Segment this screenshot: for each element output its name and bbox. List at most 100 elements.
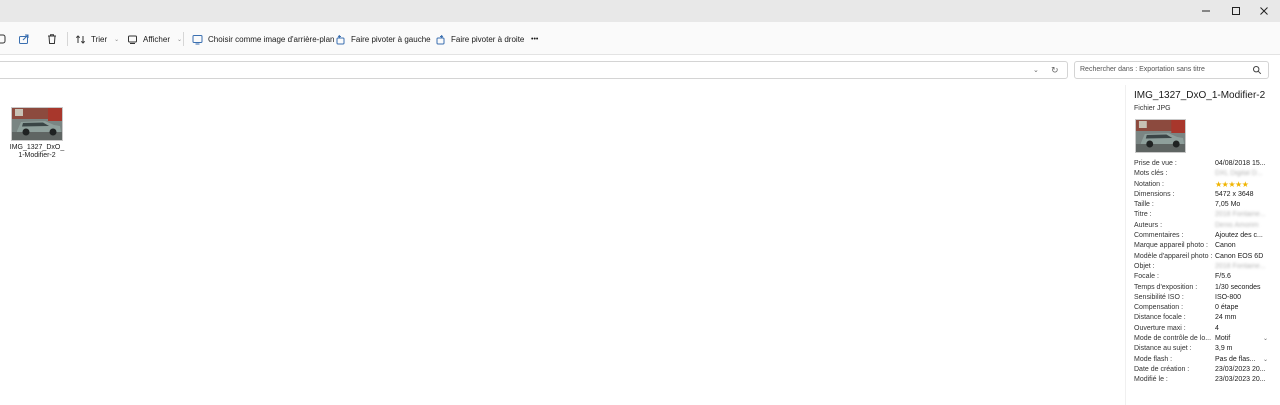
view-label: Afficher: [143, 34, 170, 44]
maximize-button[interactable]: [1221, 0, 1251, 22]
property-label: Prise de vue :: [1134, 160, 1177, 167]
property-value[interactable]: 2018 Fontaine...: [1215, 210, 1265, 220]
property-value[interactable]: 0 étape: [1215, 303, 1265, 313]
rotate-right-button[interactable]: Faire pivoter à droite: [435, 30, 524, 48]
property-label: Date de création :: [1134, 365, 1190, 373]
property-value[interactable]: Ajoutez des c...: [1215, 231, 1265, 241]
chevron-down-icon[interactable]: ⌄: [1033, 66, 1039, 75]
property-value[interactable]: 7,05 Mo: [1215, 200, 1265, 210]
property-value[interactable]: Pas de flas...: [1215, 355, 1265, 365]
close-icon: [1260, 7, 1268, 15]
rotate-left-label: Faire pivoter à gauche: [351, 34, 431, 44]
property-row: Compensation : 0 étape: [1134, 303, 1276, 313]
property-label: Modifié le :: [1134, 376, 1168, 384]
details-pane: IMG_1327_DxO_1-Modifier-2 Fichier JPG Pr…: [1125, 85, 1275, 405]
property-value[interactable]: 23/03/2023 20...: [1215, 375, 1265, 385]
refresh-icon[interactable]: ↻: [1051, 66, 1059, 75]
property-value[interactable]: 24 mm: [1215, 313, 1265, 323]
rotate-left-button[interactable]: Faire pivoter à gauche: [335, 30, 431, 48]
property-label: Distance au sujet :: [1134, 345, 1192, 353]
property-value[interactable]: 3,9 m: [1215, 344, 1265, 354]
sort-label: Trier: [91, 34, 108, 44]
sort-button[interactable]: Trier ⌄: [75, 30, 119, 48]
delete-button[interactable]: [46, 30, 58, 48]
toolbar-separator: [67, 32, 68, 46]
property-value[interactable]: Motif: [1215, 334, 1265, 344]
property-row: Dimensions : 5472 x 3648: [1134, 190, 1276, 200]
property-row: Focale : F/5.6: [1134, 272, 1276, 282]
rename-button[interactable]: [0, 30, 6, 48]
property-label: Modèle d'appareil photo :: [1134, 252, 1212, 260]
address-bar[interactable]: ⌄ ↻: [0, 61, 1068, 79]
property-value[interactable]: Denis Amorim: [1215, 221, 1265, 231]
property-value[interactable]: DXL Digital D...: [1215, 169, 1265, 179]
property-label: Sensibilité ISO :: [1134, 293, 1184, 301]
properties-list: Prise de vue : 04/08/2018 15... Mots clés …: [1134, 159, 1276, 386]
property-label: Distance focale :: [1134, 314, 1186, 322]
chevron-down-icon: ⌄: [176, 36, 183, 43]
property-row: Mode de contrôle de lo... Motif ⌄: [1134, 334, 1276, 344]
details-title: IMG_1327_DxO_1-Modifier-2: [1134, 90, 1266, 101]
property-value[interactable]: 1/30 secondes: [1215, 283, 1265, 293]
car-photo-thumbnail: [12, 108, 62, 140]
chevron-down-icon[interactable]: ⌄: [1263, 355, 1268, 365]
property-label: Ouverture maxi :: [1134, 324, 1186, 332]
details-preview: [1135, 119, 1186, 153]
details-file-type: Fichier JPG: [1134, 105, 1171, 112]
file-view: IMG_1327_DxO_1-Modifier-2: [0, 85, 1120, 405]
close-button[interactable]: [1249, 0, 1279, 22]
rating-stars[interactable]: ★★★★★: [1215, 180, 1265, 190]
toolbar-separator: [183, 32, 184, 46]
set-background-button[interactable]: Choisir comme image d'arrière-plan: [192, 30, 334, 48]
property-label: Titre :: [1134, 211, 1152, 219]
file-item[interactable]: IMG_1327_DxO_1-Modifier-2: [8, 107, 66, 160]
property-label: Marque appareil photo :: [1134, 242, 1208, 250]
trash-icon: [48, 34, 56, 44]
property-row: Date de création : 23/03/2023 20...: [1134, 365, 1276, 375]
property-label: Commentaires :: [1134, 232, 1184, 240]
property-value[interactable]: 2018 Fontaine...: [1215, 262, 1265, 272]
property-row: Auteurs : Denis Amorim: [1134, 221, 1276, 231]
property-row: Sensibilité ISO : ISO-800: [1134, 293, 1276, 303]
property-value[interactable]: 23/03/2023 20...: [1215, 365, 1265, 375]
property-label: Focale :: [1134, 273, 1159, 281]
property-label: Taille :: [1134, 201, 1154, 209]
search-box[interactable]: Rechercher dans : Exportation sans titre: [1074, 61, 1269, 79]
desktop-background-icon: [192, 34, 203, 44]
property-label: Mode flash :: [1134, 355, 1173, 363]
more-options-button[interactable]: •••: [531, 30, 538, 48]
property-value[interactable]: Canon EOS 6D: [1215, 252, 1265, 262]
file-name: IMG_1327_DxO_1-Modifier-2: [9, 144, 65, 159]
property-value[interactable]: ISO-800: [1215, 293, 1265, 303]
chevron-down-icon[interactable]: ⌄: [1263, 334, 1268, 344]
property-row: Modifié le : 23/03/2023 20...: [1134, 375, 1276, 385]
property-row: Notation : ★★★★★: [1134, 180, 1276, 190]
property-row: Commentaires : Ajoutez des c...: [1134, 231, 1276, 241]
property-label: Dimensions :: [1134, 190, 1175, 198]
rotate-left-icon: [336, 34, 345, 44]
property-label: Objet :: [1134, 262, 1155, 270]
property-value[interactable]: 04/08/2018 15...: [1215, 159, 1265, 169]
car-photo-preview: [1136, 120, 1185, 152]
view-icon: [128, 35, 137, 44]
property-row: Mode flash : Pas de flas... ⌄: [1134, 355, 1276, 365]
command-bar: Trier ⌄ Afficher ⌄ Choisir comme image d…: [0, 22, 1280, 55]
file-thumbnail: [11, 107, 63, 141]
property-value[interactable]: Canon: [1215, 241, 1265, 251]
property-row: Temps d'exposition : 1/30 secondes: [1134, 283, 1276, 293]
property-value[interactable]: 5472 x 3648: [1215, 190, 1265, 200]
minimize-button[interactable]: [1191, 0, 1221, 22]
property-label: Notation :: [1134, 180, 1164, 188]
view-button[interactable]: Afficher ⌄: [127, 30, 182, 48]
property-label: Mots clés :: [1134, 170, 1168, 178]
rename-icon: [0, 34, 6, 44]
share-button[interactable]: [18, 30, 30, 48]
property-value[interactable]: F/5.6: [1215, 272, 1265, 282]
property-value[interactable]: 4: [1215, 324, 1265, 334]
search-icon: [1252, 65, 1262, 75]
share-icon: [19, 34, 29, 44]
property-row: Ouverture maxi : 4: [1134, 324, 1276, 334]
rotate-right-label: Faire pivoter à droite: [451, 34, 525, 44]
property-row: Modèle d'appareil photo : Canon EOS 6D: [1134, 252, 1276, 262]
more-icon: •••: [531, 35, 539, 43]
